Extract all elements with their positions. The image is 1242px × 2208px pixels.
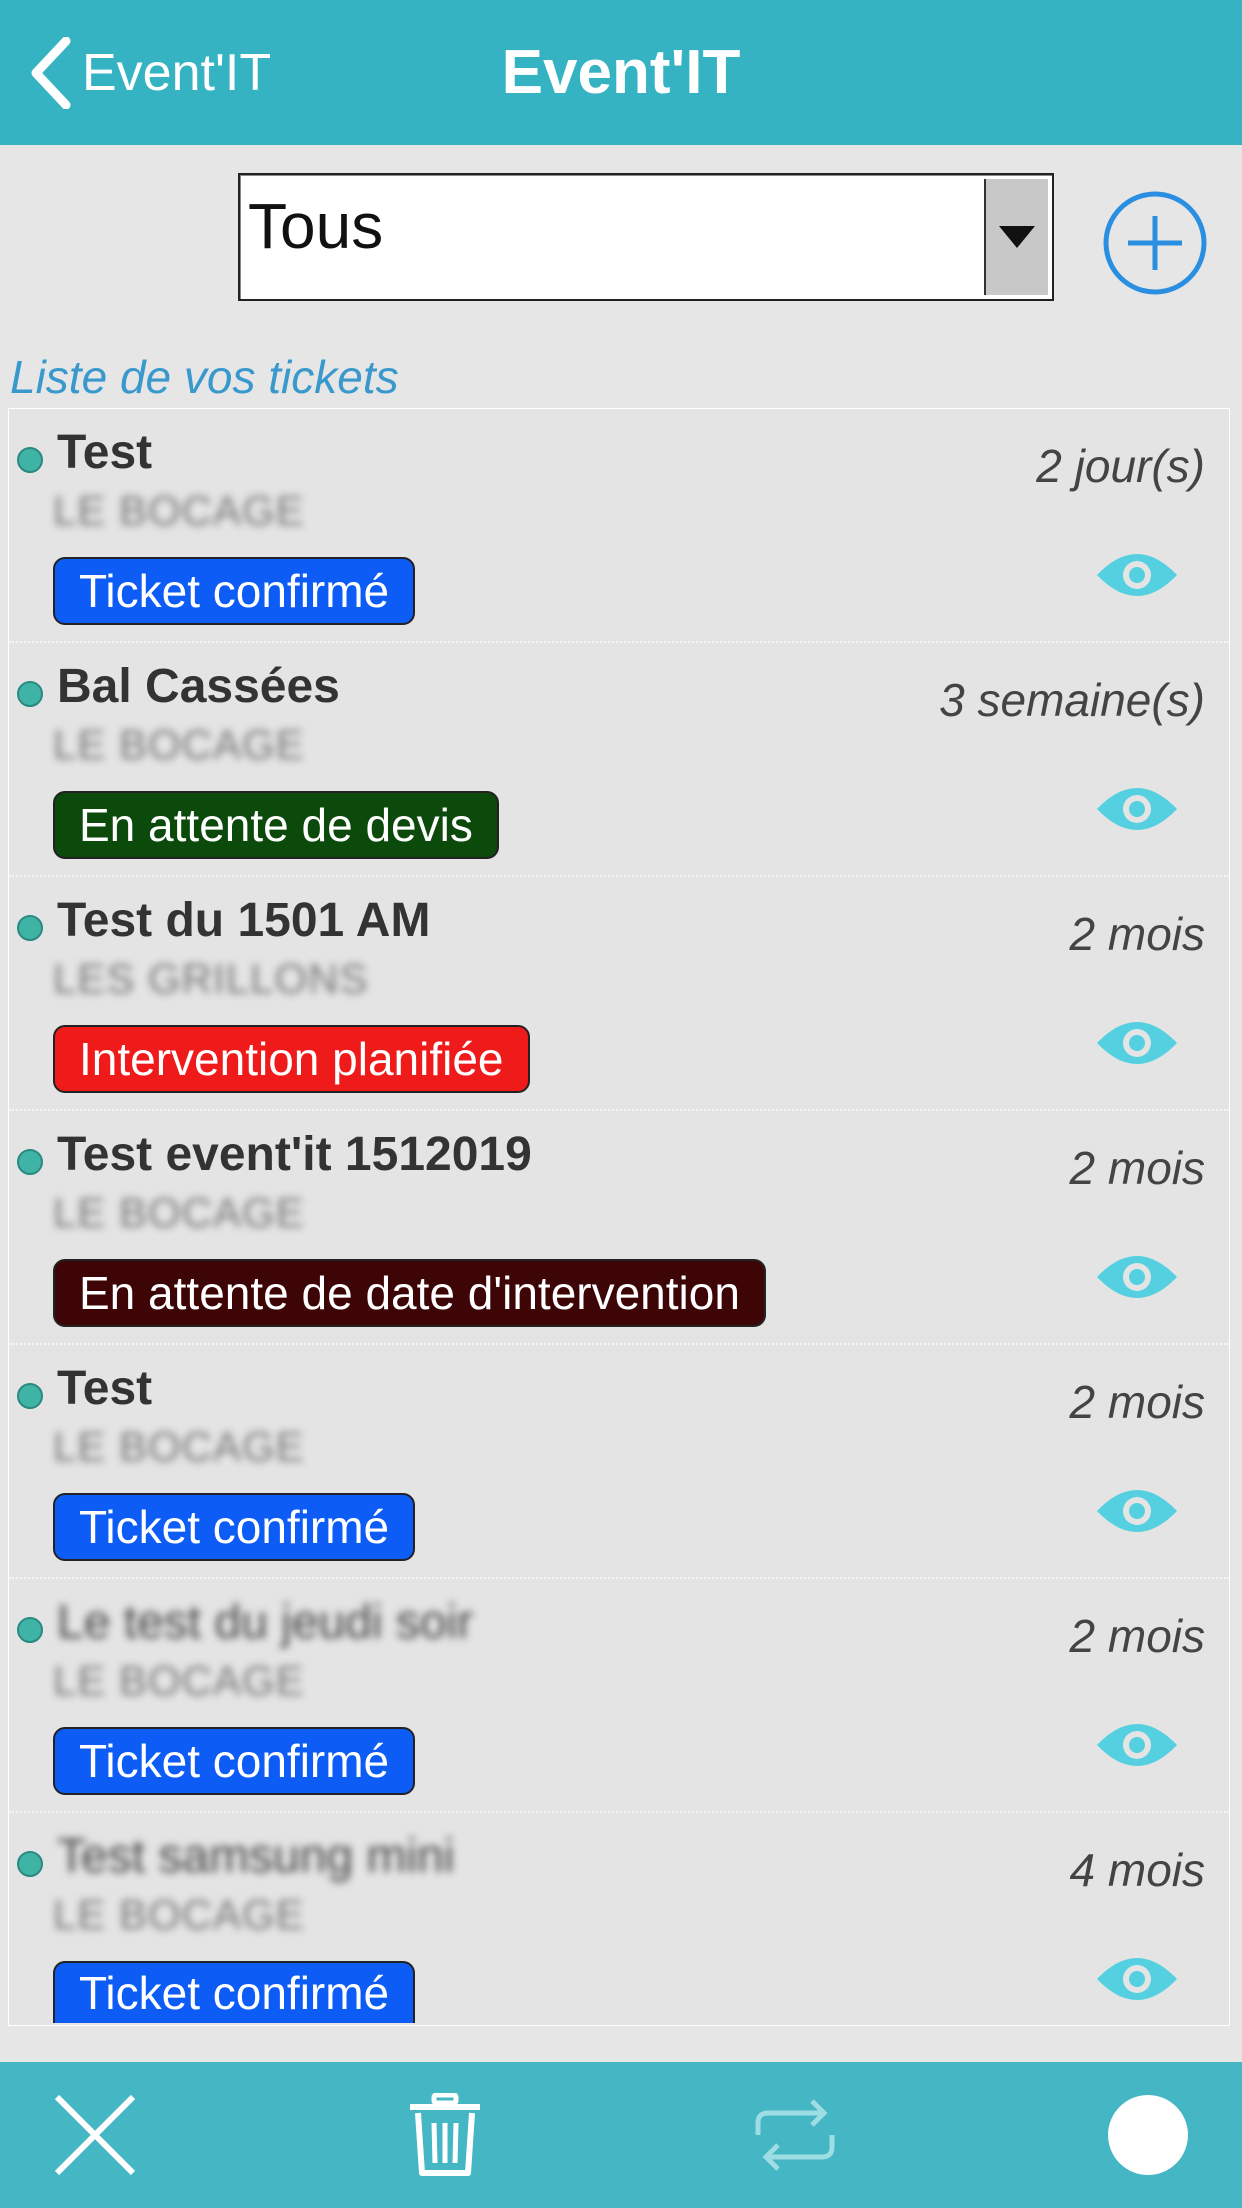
ticket-title: Test <box>57 426 153 479</box>
ticket-title: Test event'it 1512019 <box>57 1128 532 1181</box>
status-dot-icon <box>17 1851 43 1877</box>
status-badge: En attente de date d'intervention <box>53 1259 766 1327</box>
status-dot-icon <box>17 681 43 707</box>
eye-icon[interactable] <box>1095 547 1179 603</box>
close-button[interactable] <box>40 2062 150 2208</box>
chevron-left-icon <box>31 36 71 109</box>
status-filter-select[interactable]: Tous <box>238 173 1054 301</box>
status-badge: Ticket confirmé <box>53 1493 416 1561</box>
status-dot-icon <box>17 915 43 941</box>
status-badge: Intervention planifiée <box>53 1025 530 1093</box>
ticket-age: 2 jour(s) <box>1036 440 1205 492</box>
status-badge: Ticket confirmé <box>53 557 416 625</box>
ticket-row[interactable]: Test LE BOCAGE 2 jour(s) Ticket confirmé <box>9 409 1229 643</box>
page-title: Event'IT <box>501 38 741 107</box>
header-bar: Event'IT Event'IT <box>0 0 1242 145</box>
eye-icon[interactable] <box>1095 1951 1179 2007</box>
eye-icon[interactable] <box>1095 1015 1179 1071</box>
ticket-age: 3 semaine(s) <box>939 674 1205 726</box>
eye-icon[interactable] <box>1095 1717 1179 1773</box>
ticket-location: LE BOCAGE <box>53 487 305 534</box>
eye-icon[interactable] <box>1095 1249 1179 1305</box>
status-badge: Ticket confirmé <box>53 1727 416 1795</box>
ticket-list[interactable]: Test LE BOCAGE 2 jour(s) Ticket confirmé… <box>8 408 1230 2026</box>
circle-icon <box>1108 2095 1188 2175</box>
ticket-row[interactable]: Test du 1501 AM LES GRILLONS 2 mois Inte… <box>9 877 1229 1111</box>
add-ticket-button[interactable] <box>1102 190 1208 296</box>
sync-icon <box>755 2099 835 2171</box>
bottom-toolbar <box>0 2062 1242 2208</box>
dropdown-arrow-icon[interactable] <box>984 179 1048 295</box>
ticket-location: LES GRILLONS <box>53 955 369 1002</box>
eye-icon[interactable] <box>1095 1483 1179 1539</box>
ticket-age: 2 mois <box>1069 1376 1205 1428</box>
ticket-age: 2 mois <box>1069 908 1205 960</box>
status-circle-button[interactable] <box>1098 2062 1198 2208</box>
status-dot-icon <box>17 1149 43 1175</box>
status-dot-icon <box>17 1383 43 1409</box>
ticket-age: 2 mois <box>1069 1610 1205 1662</box>
ticket-age: 2 mois <box>1069 1142 1205 1194</box>
ticket-title: Test <box>57 1362 153 1415</box>
status-badge: Ticket confirmé <box>53 1961 416 2023</box>
ticket-title: Le test du jeudi soir <box>57 1596 474 1649</box>
ticket-location: LE BOCAGE <box>53 1891 305 1938</box>
status-dot-icon <box>17 1617 43 1643</box>
ticket-title: Test samsung mini <box>57 1830 455 1883</box>
ticket-location: LE BOCAGE <box>53 721 305 768</box>
ticket-row[interactable]: Test LE BOCAGE 2 mois Ticket confirmé <box>9 1345 1229 1579</box>
delete-button[interactable] <box>390 2062 500 2208</box>
ticket-title: Test du 1501 AM <box>57 894 431 947</box>
ticket-location: LE BOCAGE <box>53 1423 305 1470</box>
ticket-row[interactable]: Test samsung mini LE BOCAGE 4 mois Ticke… <box>9 1813 1229 2025</box>
ticket-row[interactable]: Test event'it 1512019 LE BOCAGE 2 mois E… <box>9 1111 1229 1345</box>
ticket-title: Bal Cassées <box>57 660 340 713</box>
status-filter-value: Tous <box>248 190 384 262</box>
ticket-location: LE BOCAGE <box>53 1189 305 1236</box>
ticket-row[interactable]: Le test du jeudi soir LE BOCAGE 2 mois T… <box>9 1579 1229 1813</box>
close-icon <box>54 2094 136 2176</box>
ticket-location: LE BOCAGE <box>53 1657 305 1704</box>
trash-icon <box>410 2093 480 2176</box>
ticket-age: 4 mois <box>1069 1844 1205 1896</box>
status-dot-icon <box>17 447 43 473</box>
back-label: Event'IT <box>82 43 272 102</box>
status-badge: En attente de devis <box>53 791 499 859</box>
sync-button[interactable] <box>740 2062 850 2208</box>
back-button[interactable]: Event'IT <box>28 35 271 110</box>
plus-circle-icon <box>1103 191 1207 295</box>
eye-icon[interactable] <box>1095 781 1179 837</box>
ticket-row[interactable]: Bal Cassées LE BOCAGE 3 semaine(s) En at… <box>9 643 1229 877</box>
section-title: Liste de vos tickets <box>10 351 399 403</box>
